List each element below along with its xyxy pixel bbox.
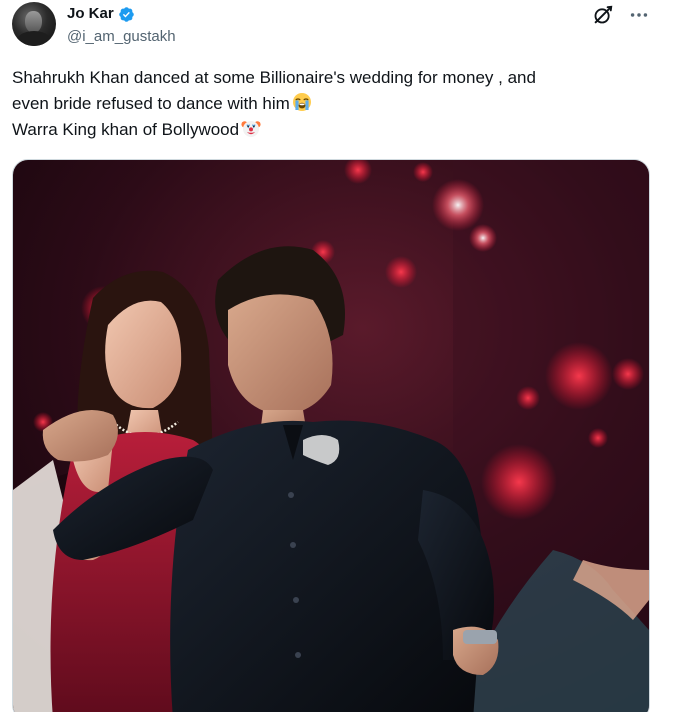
verified-badge-icon [118,6,135,23]
tweet-text-line-1: Shahrukh Khan danced at some Billionaire… [12,68,536,87]
tweet-media-video[interactable] [12,159,650,712]
tweet-text: Shahrukh Khan danced at some Billionaire… [12,65,652,143]
clown-face-emoji [241,118,261,138]
avatar-shoulders [16,31,52,46]
author-display-name[interactable]: Jo Kar [67,4,114,24]
tweet: Jo Kar @i_am_gustakh Shahrukh Khan dance… [0,0,678,712]
face-crying-loudly-emoji [292,92,312,112]
grok-icon[interactable] [592,4,614,26]
tweet-text-line-3: Warra King khan of Bollywood [12,117,652,143]
tweet-top-actions [592,4,650,26]
author-name-row: Jo Kar [67,4,135,24]
more-icon[interactable] [628,4,650,26]
avatar[interactable] [12,2,56,46]
author-handle[interactable]: @i_am_gustakh [67,27,176,47]
tweet-text-line-2-words: even bride refused to dance with him [12,94,290,113]
tweet-text-line-3-words: Warra King khan of Bollywood [12,120,240,139]
tweet-text-line-2: even bride refused to dance with him [12,91,652,117]
avatar-face [25,11,42,33]
